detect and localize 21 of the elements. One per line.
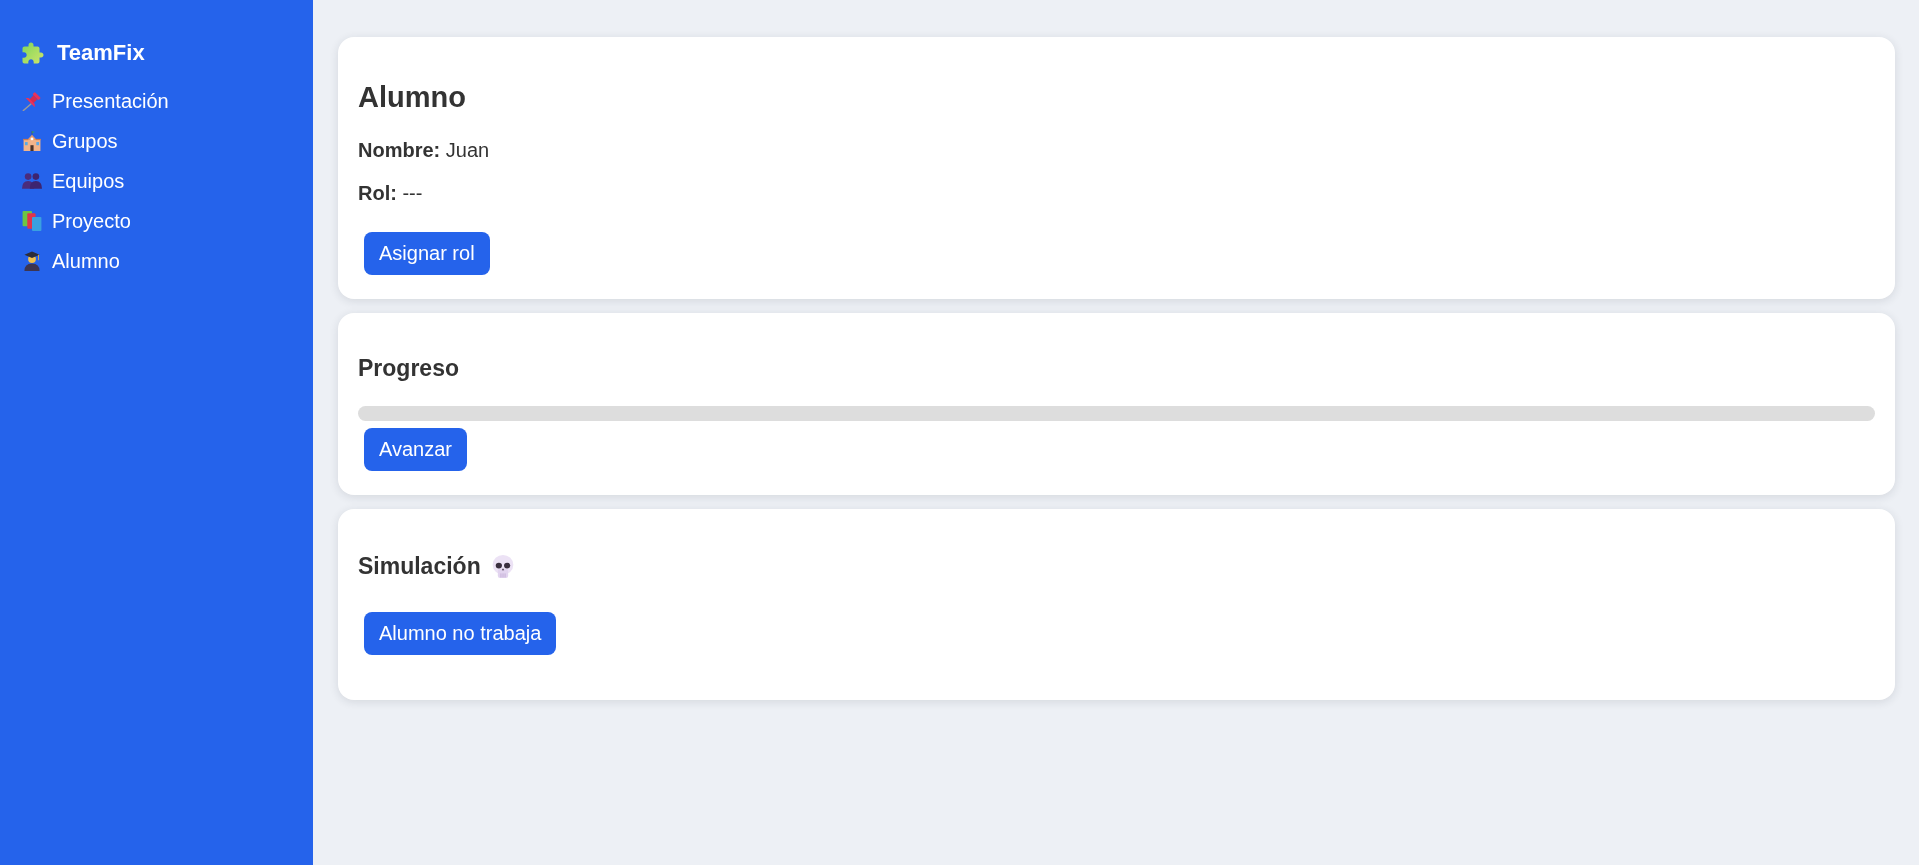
books-icon <box>22 211 42 231</box>
assign-role-button[interactable]: Asignar rol <box>364 232 490 275</box>
pushpin-icon <box>22 91 42 111</box>
card-title: Progreso <box>358 355 459 382</box>
nav-link[interactable]: Proyecto <box>22 201 131 241</box>
student-silhouette-icon <box>22 251 42 271</box>
school-building-icon <box>22 131 42 151</box>
info-line: Rol: --- <box>358 182 423 205</box>
puzzle-piece-icon <box>22 42 44 64</box>
nav-link[interactable]: Grupos <box>22 121 118 161</box>
two-people-silhouette-icon <box>22 171 42 191</box>
nav-link[interactable]: Alumno <box>22 241 120 281</box>
advance-button[interactable]: Avanzar <box>364 428 467 471</box>
skull-icon <box>491 555 514 578</box>
card-title: Alumno <box>358 81 466 114</box>
nav-link[interactable]: Equipos <box>22 161 125 201</box>
card-title: Simulación <box>358 553 481 580</box>
simulate-button[interactable]: Alumno no trabaja <box>364 612 557 655</box>
brand-name: TeamFix <box>57 40 145 66</box>
info-line: Nombre: Juan <box>358 139 490 162</box>
nav-link[interactable]: Presentación <box>22 81 169 121</box>
